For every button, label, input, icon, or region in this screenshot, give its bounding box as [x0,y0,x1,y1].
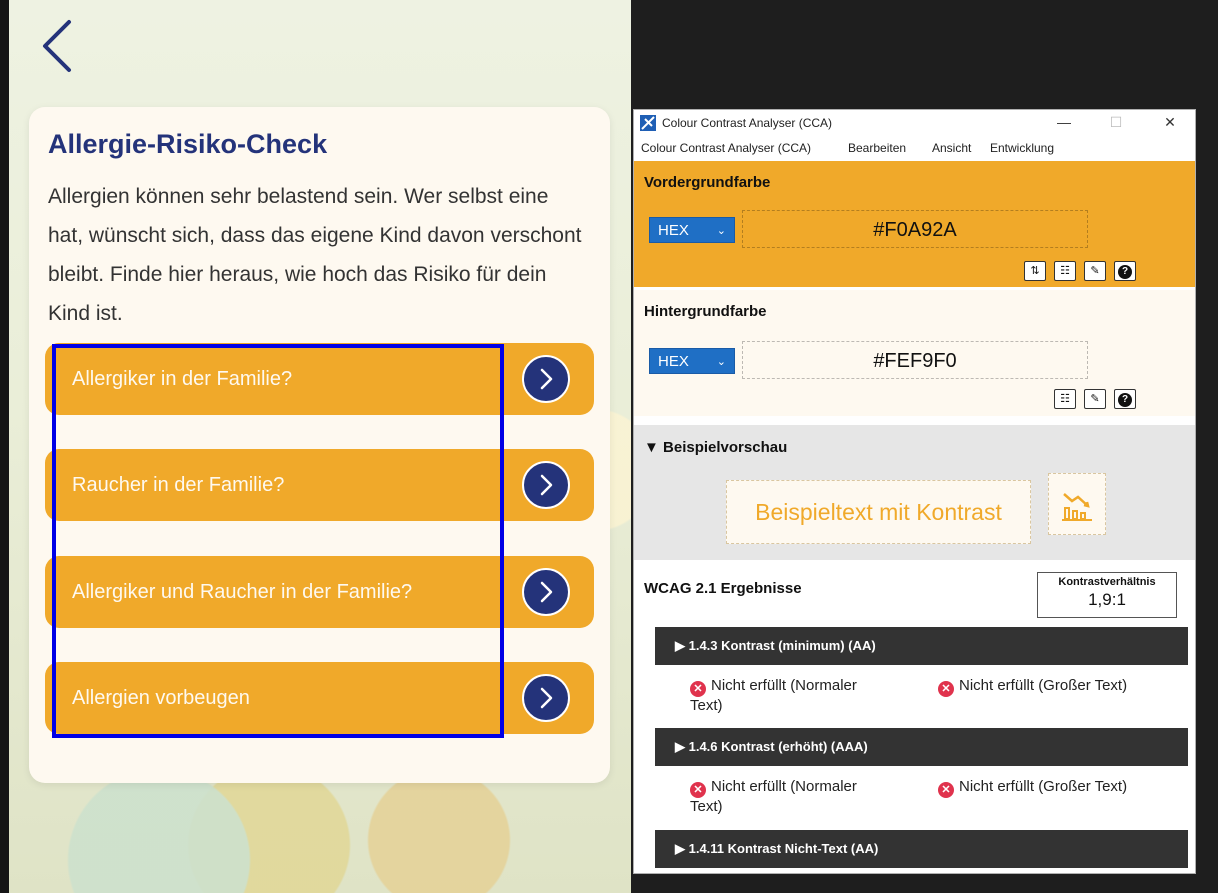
sliders-icon[interactable]: ☷ [1054,261,1076,281]
contrast-ratio-value: 1,9:1 [1088,590,1126,609]
card-title: Allergie-Risiko-Check [48,129,328,159]
preview-section: ▼ Beispielvorschau Beispieltext mit Kont… [634,425,1195,560]
preview-toggle[interactable]: ▼ Beispielvorschau [644,439,787,456]
preview-sample-text: Beispieltext mit Kontrast [726,480,1031,544]
maximize-icon[interactable]: ☐ [1106,112,1126,132]
chevron-down-icon: ⌄ [716,356,726,368]
contrast-ratio-label: Kontrastverhältnis [1058,576,1156,588]
app-screen: Allergie-Risiko-Check Allergien können s… [9,0,631,893]
sliders-icon[interactable]: ☷ [1054,389,1076,409]
chart-icon [1062,493,1092,521]
format-value: HEX [658,222,689,239]
result-large-text: ✕ Nicht erfüllt (Großer Text) [938,677,1127,697]
left-border [0,0,9,893]
foreground-hex-input[interactable]: #F0A92A [742,210,1088,248]
eyedropper-icon[interactable]: ✎ [1084,389,1106,409]
cca-window: Colour Contrast Analyser (CCA) — ☐ ✕ Col… [633,109,1196,874]
chevron-right-icon[interactable] [522,461,570,509]
fail-icon: ✕ [938,782,954,798]
back-button[interactable] [37,18,77,74]
chevron-right-icon[interactable] [522,568,570,616]
chevron-left-icon [43,20,71,72]
result-label: Nicht erfüllt (Normaler [711,778,857,795]
swap-arrows-icon[interactable]: ⇅ [1024,261,1046,281]
result-large-text: ✕ Nicht erfüllt (Großer Text) [938,778,1127,798]
result-label-cont: Text) [690,697,723,714]
title-bar: Colour Contrast Analyser (CCA) — ☐ ✕ [634,110,1195,135]
menu-bar: Colour Contrast Analyser (CCA) Bearbeite… [634,135,1195,160]
preview-icon-box [1048,473,1106,535]
fail-icon: ✕ [690,681,706,697]
chevron-right-icon[interactable] [522,355,570,403]
background-section: Hintergrundfarbe HEX ⌄ #FEF9F0 ☷ ✎ ? [634,290,1195,416]
fail-icon: ✕ [690,782,706,798]
result-label-cont: Text) [690,798,723,815]
foreground-format-select[interactable]: HEX ⌄ [649,217,735,243]
result-label: Nicht erfüllt (Großer Text) [959,778,1128,795]
menu-ansicht[interactable]: Ansicht [932,141,971,155]
result-normal-text: ✕ Nicht erfüllt (Normaler Text) [690,778,890,816]
foreground-label: Vordergrundfarbe [644,174,771,191]
format-value: HEX [658,353,689,370]
window-title: Colour Contrast Analyser (CCA) [662,116,833,130]
eyedropper-icon[interactable]: ✎ [1084,261,1106,281]
minimize-icon[interactable]: — [1054,112,1074,132]
background-format-select[interactable]: HEX ⌄ [649,348,735,374]
wcag-results-section: WCAG 2.1 Ergebnisse Kontrastverhältnis 1… [634,560,1195,873]
background-hex-input[interactable]: #FEF9F0 [742,341,1088,379]
help-icon[interactable]: ? [1114,389,1136,409]
card-description: Allergien können sehr belastend sein. We… [48,185,582,325]
close-icon[interactable]: ✕ [1160,112,1180,132]
contrast-ratio-box: Kontrastverhältnis 1,9:1 [1037,572,1177,618]
menu-cca[interactable]: Colour Contrast Analyser (CCA) [641,141,811,155]
menu-entwicklung[interactable]: Entwicklung [990,141,1054,155]
chevron-right-icon[interactable] [522,674,570,722]
chevron-down-icon: ⌄ [716,225,726,237]
menu-bearbeiten[interactable]: Bearbeiten [848,141,906,155]
focus-highlight-box [52,344,504,738]
help-icon[interactable]: ? [1114,261,1136,281]
result-label: Nicht erfüllt (Großer Text) [959,677,1128,694]
fail-icon: ✕ [938,681,954,697]
criterion-1-4-6[interactable]: ▶ 1.4.6 Kontrast (erhöht) (AAA) [655,728,1188,766]
criterion-1-4-11[interactable]: ▶ 1.4.11 Kontrast Nicht-Text (AA) [655,830,1188,868]
cca-app-icon [640,115,656,131]
result-label: Nicht erfüllt (Normaler [711,677,857,694]
background-label: Hintergrundfarbe [644,303,767,320]
foreground-section: Vordergrundfarbe HEX ⌄ #F0A92A ⇅ ☷ ✎ ? [634,161,1195,287]
criterion-1-4-3[interactable]: ▶ 1.4.3 Kontrast (minimum) (AA) [655,627,1188,665]
result-normal-text: ✕ Nicht erfüllt (Normaler Text) [690,677,890,715]
results-title: WCAG 2.1 Ergebnisse [644,580,802,597]
